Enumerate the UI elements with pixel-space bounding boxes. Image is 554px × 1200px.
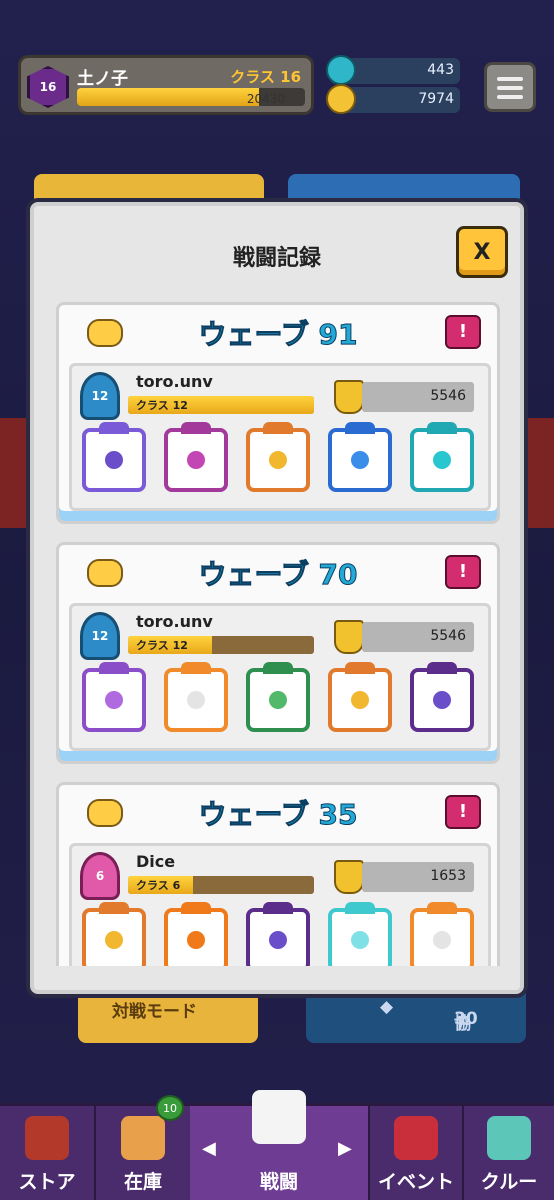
water-die[interactable] [328,902,392,966]
pvp-mode-label: 対戦モード [112,1002,197,1022]
class-label: クラス 12 [136,639,188,652]
gem-value: 443 [427,62,454,78]
battle-record: ウェーブ 70! 12 toro.unv クラス 12 5546 [56,542,500,764]
background-panel [524,418,554,528]
trophy-icon [334,620,364,654]
swirl-die[interactable] [164,422,228,492]
nav-event-label: イベント [377,1171,454,1193]
trophy-icon [334,380,364,414]
player-panel: 6 Dice クラス 6 1653 [69,843,491,966]
dice-deck [82,662,486,738]
store-chest-icon [25,1116,69,1160]
event-crown-icon [394,1116,438,1160]
nav-event[interactable]: イベント [370,1106,462,1200]
nav-store-label: ストア [18,1171,76,1193]
class-bar: クラス 12 [128,636,314,654]
nav-right-arrow-icon[interactable]: ▶ [338,1138,352,1159]
report-icon: ! [458,801,468,822]
player-panel: 12 toro.unv クラス 12 5546 [69,363,491,511]
rank-badge: 6 [80,852,120,900]
wave-title: ウェーブ 91 [198,318,358,352]
nav-inventory-label: 在庫 [123,1171,162,1193]
dice-deck [82,902,486,966]
wind-die[interactable] [246,662,310,732]
class-label: クラス 12 [136,399,188,412]
battle-record-modal: 戦闘記録 X ウェーブ 91! 12 toro.unv クラス 12 5546 ウェーブ… [30,202,524,994]
hamburger-icon [497,77,523,81]
class-bar: クラス 12 [128,396,314,414]
trophy-icon [334,860,364,894]
trophy-score: 5546 [362,382,474,412]
wave-title: ウェーブ 70 [198,558,358,592]
rank-badge: 12 [80,372,120,420]
combo-die[interactable] [82,662,146,732]
gold-value: 7974 [418,91,454,107]
report-button[interactable]: ! [445,555,481,589]
trophy-count: 20430 [246,92,285,106]
battle-dice-icon [252,1090,306,1144]
close-button[interactable]: X [456,226,508,278]
target-die[interactable] [164,902,228,966]
inventory-icon [121,1116,165,1160]
class-bar: クラス 6 [128,876,314,894]
player-profile[interactable]: 16 土ノ子 クラス 16 20430 [18,55,314,115]
dice-deck [82,422,486,498]
totem-die[interactable] [410,422,474,492]
report-button[interactable]: ! [445,795,481,829]
nav-inventory[interactable]: 在庫 [96,1106,190,1200]
gold-counter[interactable]: 7974 [326,84,460,114]
nav-clan-label: クルー [480,1171,538,1193]
trophy-score: 1653 [362,862,474,892]
clan-dice-icon [487,1116,531,1160]
gold-coin-icon [326,84,356,114]
trophy-score: 5546 [362,622,474,652]
player-panel: 12 toro.unv クラス 12 5546 [69,603,491,751]
modal-title: 戦闘記録 [232,246,321,271]
player-class: クラス 16 [230,68,301,86]
rainbow-die[interactable] [82,902,146,966]
gem-counter[interactable]: 443 [326,55,460,85]
bottom-navigation: ストア 在庫 戦闘 イベント クルー [0,1090,554,1200]
nav-battle-label: 戦闘 [259,1171,298,1193]
coop-mode-label: 協 ◆ 30 ド [380,997,478,1034]
nav-store[interactable]: ストア [0,1106,94,1200]
wave-title: ウェーブ 35 [198,798,358,832]
eye-die[interactable] [82,422,146,492]
report-icon: ! [458,321,468,342]
battle-record: ウェーブ 91! 12 toro.unv クラス 12 5546 [56,302,500,524]
eye-die[interactable] [410,662,474,732]
nav-left-arrow-icon[interactable]: ◀ [202,1138,216,1159]
record-list[interactable]: ウェーブ 91! 12 toro.unv クラス 12 5546 ウェーブ 70! 12 t… [56,302,500,966]
class-label: クラス 6 [136,879,181,892]
snow-die[interactable] [328,422,392,492]
player-name: 土ノ子 [77,69,128,89]
eye-die[interactable] [246,902,310,966]
report-icon: ! [458,561,468,582]
menu-button[interactable] [484,62,536,112]
rank-badge: 12 [80,612,120,660]
nav-clan[interactable]: クルー [464,1106,554,1200]
rainbow-die[interactable] [328,662,392,732]
gem-icon [326,55,356,85]
mimic-die[interactable] [164,662,228,732]
rainbow-die[interactable] [246,422,310,492]
mimic-die[interactable] [410,902,474,966]
player-level-emblem: 16 [27,66,69,108]
background-panel [0,418,30,528]
report-button[interactable]: ! [445,315,481,349]
inventory-badge: 10 [156,1095,184,1121]
player-name: toro.unv [136,612,213,631]
player-name: toro.unv [136,372,213,391]
player-name: Dice [136,852,176,871]
battle-record: ウェーブ 35! 6 Dice クラス 6 1653 [56,782,500,966]
